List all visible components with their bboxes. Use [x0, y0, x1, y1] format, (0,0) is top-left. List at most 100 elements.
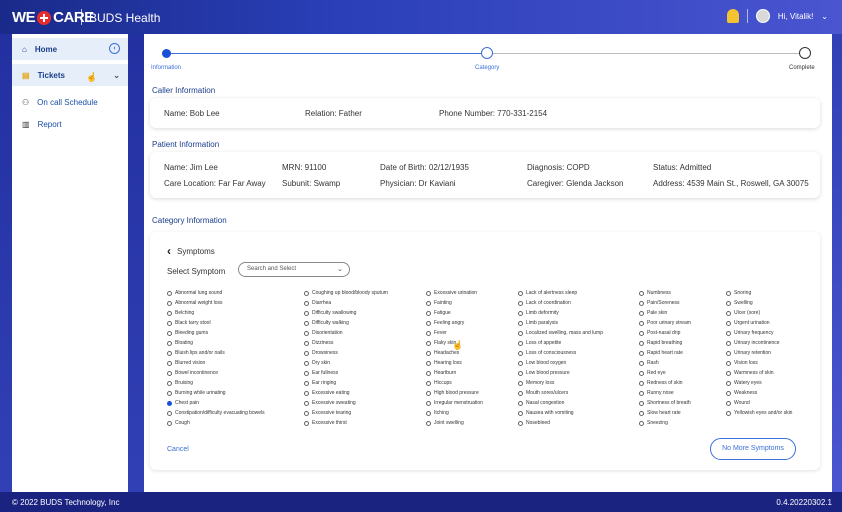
- radio-button[interactable]: [304, 330, 309, 336]
- radio-button[interactable]: [304, 390, 309, 396]
- symptom-option[interactable]: Loss of appetite: [518, 338, 603, 348]
- symptom-option[interactable]: Slow heart rate: [639, 408, 691, 418]
- symptom-option[interactable]: Dizziness: [304, 338, 388, 348]
- chevron-down-icon[interactable]: ⌄: [821, 12, 828, 21]
- symptom-option[interactable]: Memory loss: [518, 378, 603, 388]
- radio-button[interactable]: [426, 380, 431, 386]
- symptom-option[interactable]: High blood pressure: [426, 388, 483, 398]
- symptom-option[interactable]: Cough: [167, 418, 265, 428]
- radio-button[interactable]: [304, 420, 309, 426]
- back-arrow-icon[interactable]: ‹: [167, 244, 171, 258]
- symptom-option[interactable]: Sneezing: [639, 418, 691, 428]
- symptom-option[interactable]: Nosebleed: [518, 418, 603, 428]
- radio-button[interactable]: [518, 370, 523, 376]
- symptom-option[interactable]: Fatigue: [426, 308, 483, 318]
- symptom-option[interactable]: Snoring: [726, 288, 792, 298]
- symptom-option[interactable]: Nasal congestion: [518, 398, 603, 408]
- symptom-option[interactable]: Excessive thirst: [304, 418, 388, 428]
- radio-button[interactable]: [639, 330, 644, 336]
- symptom-option[interactable]: Poor urinary stream: [639, 318, 691, 328]
- radio-button[interactable]: [518, 340, 523, 346]
- radio-button[interactable]: [726, 370, 731, 376]
- radio-button[interactable]: [639, 290, 644, 296]
- symptom-option[interactable]: Wound: [726, 398, 792, 408]
- collapse-sidebar-button[interactable]: ‹: [109, 43, 120, 54]
- symptom-option[interactable]: Bleeding gums: [167, 328, 265, 338]
- radio-button[interactable]: [726, 390, 731, 396]
- symptom-option[interactable]: Hiccups: [426, 378, 483, 388]
- sidebar-item-report[interactable]: ▥ Report: [12, 113, 128, 135]
- symptom-option[interactable]: Constipation/difficulty evacuating bowel…: [167, 408, 265, 418]
- radio-button[interactable]: [304, 320, 309, 326]
- radio-button[interactable]: [167, 330, 172, 336]
- symptom-option[interactable]: Excessive sweating: [304, 398, 388, 408]
- radio-button[interactable]: [426, 370, 431, 376]
- user-greeting[interactable]: Hi, Vitalik!: [778, 12, 813, 21]
- symptom-option[interactable]: Itching: [426, 408, 483, 418]
- symptom-option[interactable]: Redness of skin: [639, 378, 691, 388]
- radio-button[interactable]: [167, 350, 172, 356]
- radio-button[interactable]: [639, 370, 644, 376]
- radio-button[interactable]: [426, 310, 431, 316]
- symptom-option[interactable]: Bluish lips and/or nails: [167, 348, 265, 358]
- radio-button[interactable]: [726, 320, 731, 326]
- radio-button[interactable]: [726, 340, 731, 346]
- avatar[interactable]: [755, 9, 770, 23]
- radio-button[interactable]: [167, 290, 172, 296]
- radio-button[interactable]: [726, 290, 731, 296]
- symptom-option[interactable]: Mouth sores/ulcers: [518, 388, 603, 398]
- symptom-option[interactable]: Belching: [167, 308, 265, 318]
- symptom-option[interactable]: Abnormal lung sound: [167, 288, 265, 298]
- radio-button[interactable]: [167, 370, 172, 376]
- symptom-option[interactable]: Pale skin: [639, 308, 691, 318]
- symptom-option[interactable]: Abnormal weight loss: [167, 298, 265, 308]
- symptom-option[interactable]: Feeling angry: [426, 318, 483, 328]
- no-more-symptoms-button[interactable]: No More Symptoms: [710, 438, 796, 460]
- radio-button[interactable]: [726, 360, 731, 366]
- radio-button[interactable]: [167, 390, 172, 396]
- symptom-option[interactable]: Urinary frequency: [726, 328, 792, 338]
- symptom-option[interactable]: Post-nasal drip: [639, 328, 691, 338]
- radio-button[interactable]: [518, 380, 523, 386]
- radio-button[interactable]: [726, 310, 731, 316]
- radio-button[interactable]: [726, 400, 731, 406]
- radio-button[interactable]: [167, 410, 172, 416]
- radio-button[interactable]: [167, 310, 172, 316]
- radio-button[interactable]: [639, 400, 644, 406]
- radio-button[interactable]: [639, 420, 644, 426]
- radio-button[interactable]: [639, 340, 644, 346]
- radio-button[interactable]: [426, 350, 431, 356]
- radio-button[interactable]: [726, 380, 731, 386]
- radio-button[interactable]: [726, 350, 731, 356]
- radio-button[interactable]: [639, 320, 644, 326]
- radio-button[interactable]: [726, 330, 731, 336]
- radio-button[interactable]: [518, 320, 523, 326]
- symptom-option[interactable]: Nausea with vomiting: [518, 408, 603, 418]
- symptom-option[interactable]: Warmness of skin: [726, 368, 792, 378]
- symptom-option[interactable]: Blurred vision: [167, 358, 265, 368]
- radio-button[interactable]: [304, 410, 309, 416]
- radio-button[interactable]: [426, 290, 431, 296]
- symptom-option[interactable]: Yellowish eyes and/or skin: [726, 408, 792, 418]
- radio-button[interactable]: [426, 360, 431, 366]
- symptom-option[interactable]: Bloating: [167, 338, 265, 348]
- symptom-option[interactable]: Heartburn: [426, 368, 483, 378]
- symptom-option[interactable]: Low blood pressure: [518, 368, 603, 378]
- symptom-option[interactable]: Diarrhea: [304, 298, 388, 308]
- radio-button[interactable]: [304, 380, 309, 386]
- symptom-option[interactable]: Urinary incontinence: [726, 338, 792, 348]
- cancel-button[interactable]: Cancel: [167, 446, 189, 453]
- symptom-option[interactable]: Joint swelling: [426, 418, 483, 428]
- symptom-option[interactable]: Loss of consciousness: [518, 348, 603, 358]
- radio-button[interactable]: [518, 330, 523, 336]
- radio-button[interactable]: [518, 360, 523, 366]
- radio-button[interactable]: [167, 360, 172, 366]
- radio-button[interactable]: [426, 410, 431, 416]
- symptom-option[interactable]: Excessive eating: [304, 388, 388, 398]
- radio-button[interactable]: [639, 310, 644, 316]
- radio-button[interactable]: [518, 400, 523, 406]
- symptom-option[interactable]: Urinary retention: [726, 348, 792, 358]
- symptom-option[interactable]: Excessive urination: [426, 288, 483, 298]
- symptom-option[interactable]: Dry skin: [304, 358, 388, 368]
- symptom-option[interactable]: Bruising: [167, 378, 265, 388]
